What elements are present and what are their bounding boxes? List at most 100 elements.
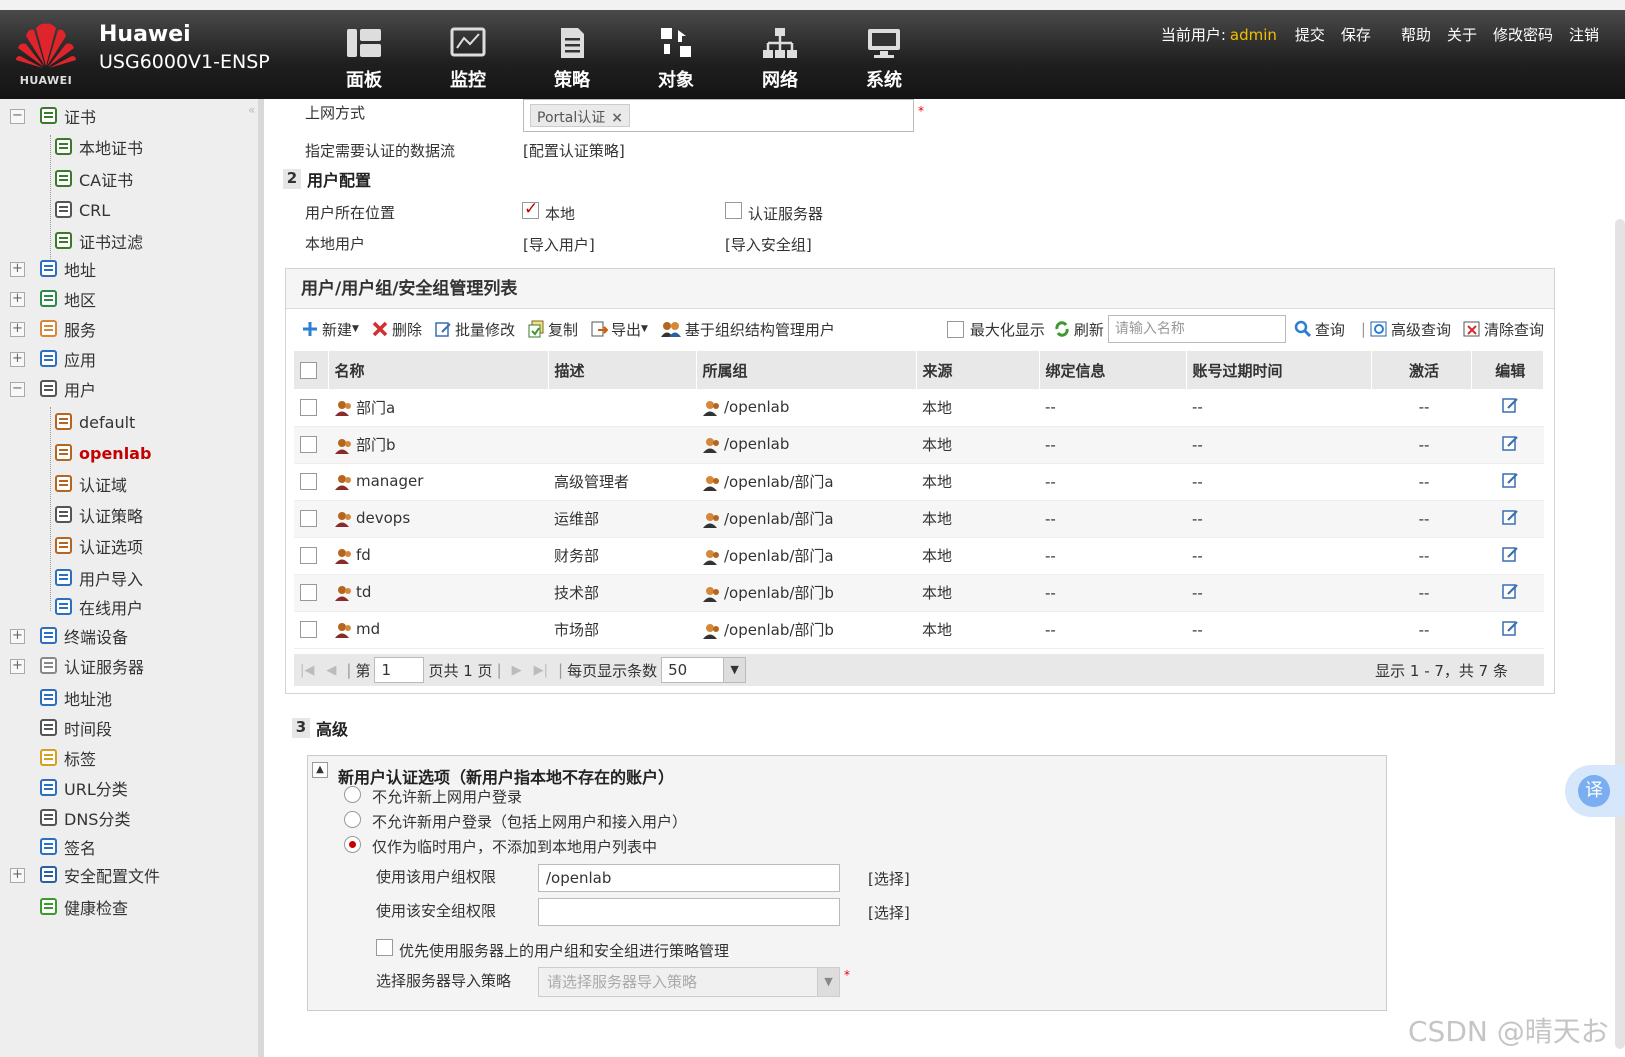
- nav-object[interactable]: 对象: [624, 26, 728, 92]
- nav-monitor[interactable]: 监控: [416, 26, 520, 92]
- remove-tag-icon[interactable]: ×: [611, 110, 623, 126]
- query-button[interactable]: 查询: [1294, 319, 1345, 340]
- refresh-button[interactable]: 刷新: [1053, 319, 1104, 340]
- org-manage-button[interactable]: 基于组织结构管理用户: [660, 319, 835, 340]
- name-cell[interactable]: devops: [328, 500, 548, 538]
- name-cell[interactable]: 部门a: [328, 389, 548, 427]
- name-cell[interactable]: manager: [328, 463, 548, 501]
- expand-icon[interactable]: +: [10, 628, 25, 644]
- row-checkbox[interactable]: [300, 398, 317, 416]
- nav-system[interactable]: 系统: [832, 26, 936, 92]
- delete-button[interactable]: 删除: [371, 319, 422, 340]
- location-local-checkbox[interactable]: [522, 199, 539, 219]
- expand-icon[interactable]: +: [10, 261, 25, 277]
- table-row[interactable]: 部门b/openlab 本地 -- -- --: [294, 426, 1544, 464]
- vertical-scrollbar[interactable]: [1615, 219, 1625, 1049]
- sidebar-item[interactable]: + 地址: [10, 255, 96, 283]
- help-link[interactable]: 帮助: [1401, 24, 1431, 45]
- submit-link[interactable]: 提交: [1295, 24, 1325, 45]
- select-all-checkbox[interactable]: [300, 361, 317, 379]
- first-page-icon[interactable]: |◀: [300, 663, 314, 678]
- save-link[interactable]: 保存: [1341, 24, 1371, 45]
- sidebar-item[interactable]: 认证策略: [53, 501, 143, 529]
- row-checkbox[interactable]: [300, 510, 317, 527]
- translate-button[interactable]: 译: [1565, 765, 1625, 817]
- edit-icon[interactable]: [1501, 396, 1519, 414]
- sidebar-item[interactable]: 标签: [38, 744, 96, 772]
- per-page-select[interactable]: 50 ▼: [661, 657, 747, 683]
- collapse-toggle-icon[interactable]: ▲: [312, 762, 328, 778]
- edit-icon[interactable]: [1501, 582, 1519, 600]
- edit-icon[interactable]: [1501, 434, 1519, 452]
- new-button[interactable]: 新建 ▼: [301, 319, 359, 340]
- table-row[interactable]: td 技术部/openlab/部门b 本地 -- -- --: [294, 574, 1544, 612]
- name-link[interactable]: md: [356, 620, 380, 638]
- sidebar-item[interactable]: DNS分类: [38, 804, 130, 832]
- name-cell[interactable]: td: [328, 574, 548, 612]
- sidebar-item[interactable]: CRL: [53, 196, 110, 224]
- table-row[interactable]: manager 高级管理者/openlab/部门a 本地 -- -- --: [294, 463, 1544, 501]
- clear-query-button[interactable]: 清除查询: [1463, 319, 1544, 340]
- col-bind[interactable]: 绑定信息: [1039, 351, 1187, 389]
- sidebar-item[interactable]: + 地区: [10, 285, 96, 313]
- import-policy-select[interactable]: 请选择服务器导入策略 ▼: [538, 967, 840, 997]
- sidebar-item[interactable]: URL分类: [38, 774, 128, 802]
- page-input[interactable]: 1: [374, 657, 425, 683]
- row-checkbox[interactable]: [300, 436, 317, 453]
- sidebar-item[interactable]: default: [53, 408, 135, 436]
- copy-button[interactable]: 复制: [527, 319, 578, 340]
- import-user-link[interactable]: [导入用户]: [523, 234, 595, 255]
- name-cell[interactable]: 部门b: [328, 426, 548, 464]
- sidebar-item[interactable]: 认证域: [53, 470, 127, 498]
- edit-icon[interactable]: [1501, 545, 1519, 563]
- access-mode-field[interactable]: Portal认证 ×: [523, 99, 914, 132]
- sidebar-item[interactable]: 地址池: [38, 684, 112, 712]
- radio-deny-all[interactable]: [344, 811, 361, 828]
- col-desc[interactable]: 描述: [548, 351, 697, 389]
- prefer-server-checkbox[interactable]: [376, 939, 393, 956]
- import-secgroup-link[interactable]: [导入安全组]: [725, 234, 812, 255]
- table-row[interactable]: fd 财务部/openlab/部门a 本地 -- -- --: [294, 537, 1544, 575]
- last-page-icon[interactable]: ▶|: [534, 663, 548, 678]
- row-checkbox[interactable]: [300, 621, 317, 638]
- sidebar-item[interactable]: + 服务: [10, 315, 96, 343]
- export-button[interactable]: 导出 ▼: [590, 319, 648, 340]
- search-input[interactable]: 请输入名称: [1107, 315, 1286, 343]
- change-password-link[interactable]: 修改密码: [1493, 24, 1553, 45]
- sidebar-item[interactable]: 健康检查: [38, 893, 128, 921]
- sidebar-item[interactable]: 在线用户: [53, 593, 143, 621]
- name-link[interactable]: 部门b: [356, 436, 396, 454]
- maximize-checkbox[interactable]: [946, 320, 964, 338]
- sidebar-item[interactable]: − 用户: [10, 375, 96, 403]
- collapse-icon[interactable]: −: [10, 381, 25, 397]
- sidebar-item[interactable]: + 终端设备: [10, 622, 128, 650]
- col-name[interactable]: 名称: [328, 351, 549, 389]
- table-row[interactable]: devops 运维部/openlab/部门a 本地 -- -- --: [294, 500, 1544, 538]
- sidebar-item[interactable]: + 应用: [10, 345, 96, 373]
- sidebar-item[interactable]: 认证选项: [53, 532, 143, 560]
- sidebar-item[interactable]: 证书过滤: [53, 227, 143, 255]
- config-auth-policy-link[interactable]: [配置认证策略]: [523, 140, 625, 161]
- row-checkbox[interactable]: [300, 584, 317, 601]
- sidebar-item[interactable]: openlab: [53, 439, 151, 467]
- edit-icon[interactable]: [1501, 619, 1519, 637]
- select-usergroup-link[interactable]: [选择]: [868, 868, 910, 889]
- nav-policy[interactable]: 策略: [520, 26, 624, 92]
- col-expire[interactable]: 账号过期时间: [1186, 351, 1372, 389]
- sidebar-item[interactable]: 本地证书: [53, 133, 143, 161]
- name-link[interactable]: td: [356, 583, 371, 601]
- secgroup-input[interactable]: [538, 898, 840, 926]
- about-link[interactable]: 关于: [1447, 24, 1477, 45]
- nav-dashboard[interactable]: 面板: [312, 26, 416, 92]
- radio-deny-internet[interactable]: [344, 786, 361, 803]
- select-secgroup-link[interactable]: [选择]: [868, 902, 910, 923]
- name-link[interactable]: devops: [356, 509, 410, 527]
- next-page-icon[interactable]: ▶: [512, 663, 522, 678]
- usergroup-input[interactable]: /openlab: [538, 864, 840, 892]
- location-server-checkbox[interactable]: [725, 202, 742, 219]
- sidebar-item[interactable]: 签名: [38, 833, 96, 861]
- sidebar-item[interactable]: CA证书: [53, 165, 133, 193]
- collapse-icon[interactable]: −: [10, 108, 25, 124]
- logout-link[interactable]: 注销: [1569, 24, 1599, 45]
- col-active[interactable]: 激活: [1371, 351, 1472, 389]
